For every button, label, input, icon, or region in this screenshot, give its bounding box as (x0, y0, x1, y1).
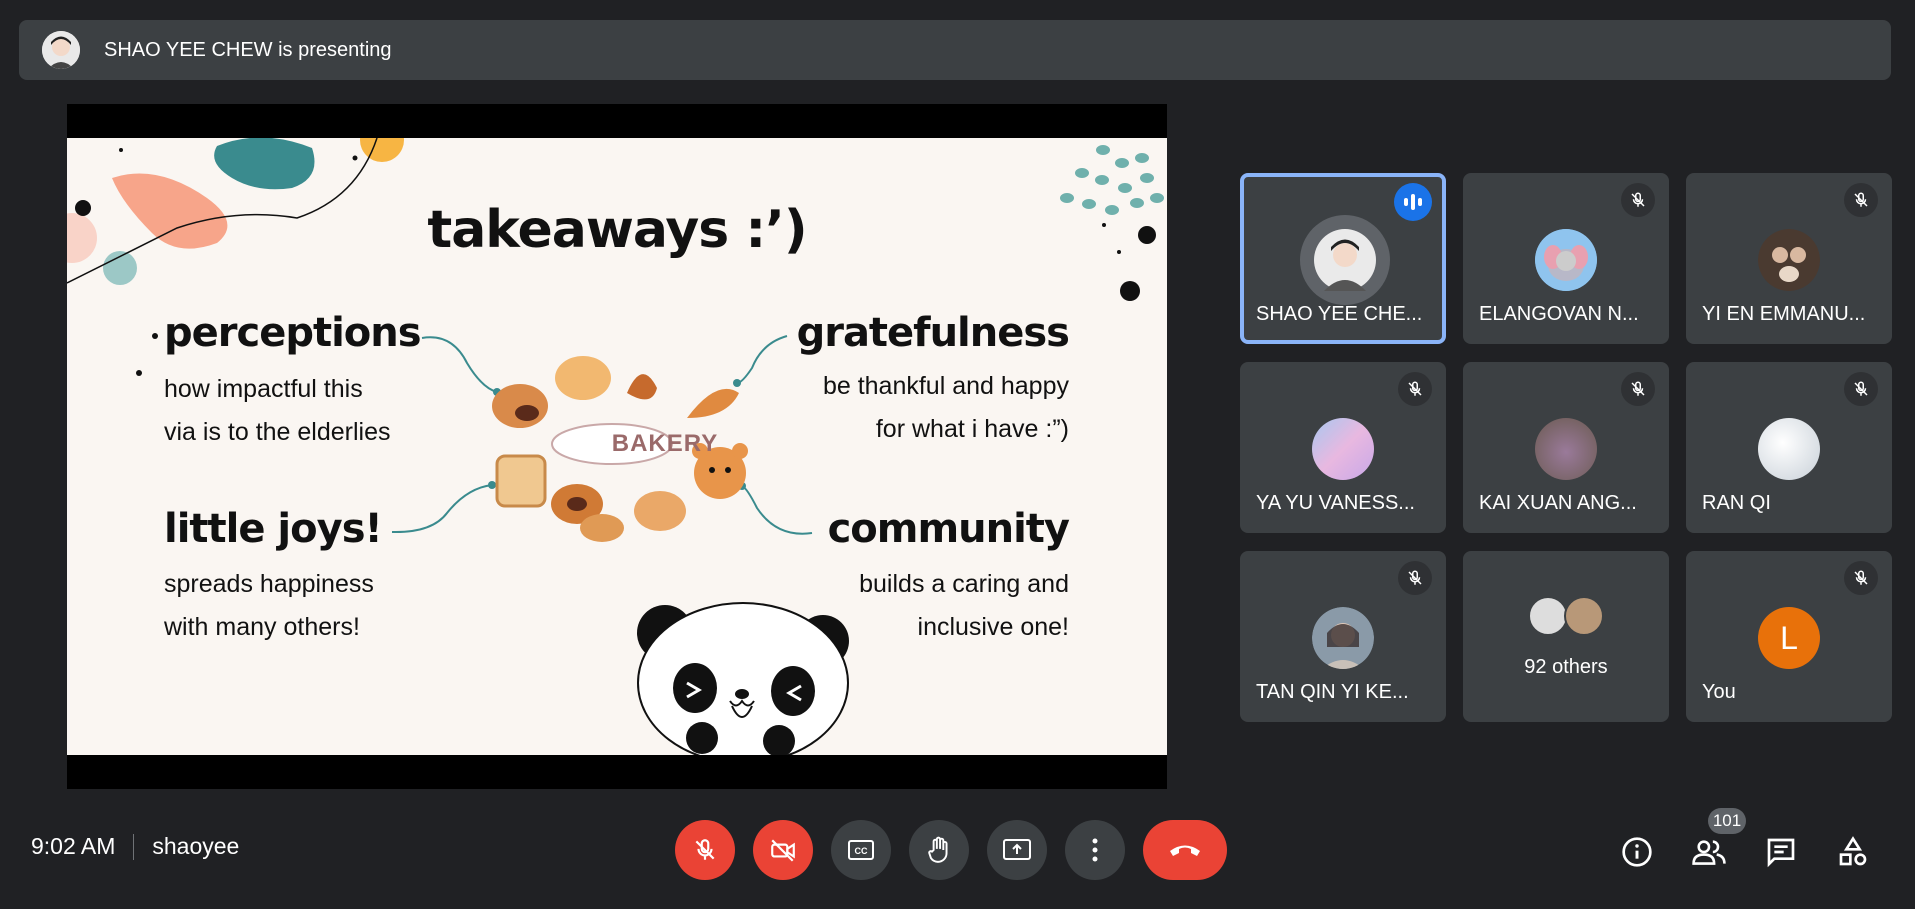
heading-gratefulness: gratefulness (796, 310, 1070, 356)
little-joys-line1: spreads happiness (164, 570, 374, 598)
chat-icon (1767, 838, 1795, 868)
mic-off-icon (1398, 372, 1432, 406)
present-screen-icon (1003, 839, 1031, 860)
mic-off-icon (1844, 372, 1878, 406)
leave-call-button[interactable] (1143, 820, 1227, 880)
captions-button[interactable]: CC (831, 820, 891, 880)
more-vert-icon (1092, 838, 1098, 862)
info-icon (1622, 837, 1652, 867)
speaking-indicator-icon (1394, 183, 1432, 221)
heading-community: community (827, 506, 1070, 552)
mic-off-icon (1398, 561, 1432, 595)
meeting-details: 9:02 AM shaoyee (31, 833, 239, 860)
participant-name: ELANGOVAN N... (1479, 303, 1639, 325)
avatar (1312, 607, 1374, 669)
bakery-label: BAKERY (611, 430, 719, 457)
more-options-button[interactable] (1065, 820, 1125, 880)
activities-button[interactable] (1833, 832, 1873, 872)
avatar (1528, 596, 1568, 636)
avatar (1312, 418, 1374, 480)
others-count: 92 others (1524, 656, 1608, 678)
avatar (1758, 418, 1820, 480)
participant-name: SHAO YEE CHE... (1256, 303, 1423, 325)
shared-screen: takeaways :’) BAKERY perceptions how imp… (67, 104, 1167, 789)
camera-off-icon (771, 839, 795, 862)
gratefulness-line2: for what i have :”) (875, 415, 1069, 443)
present-button[interactable] (987, 820, 1047, 880)
presenter-avatar (42, 31, 80, 69)
participant-tile[interactable]: RAN QI (1686, 362, 1892, 533)
heading-perceptions: perceptions (164, 310, 422, 356)
mic-toggle-button[interactable] (675, 820, 735, 880)
avatar (1564, 596, 1604, 636)
participant-tile[interactable]: YI EN EMMANU... (1686, 173, 1892, 344)
participant-name: You (1702, 681, 1736, 703)
community-line1: builds a caring and (859, 570, 1069, 598)
presenting-text: SHAO YEE CHEW is presenting (104, 38, 392, 61)
participant-tile[interactable]: TAN QIN YI KE... (1240, 551, 1446, 722)
mic-off-icon (1621, 372, 1655, 406)
participant-name: YI EN EMMANU... (1702, 303, 1866, 325)
divider (133, 833, 135, 860)
participant-name: KAI XUAN ANG... (1479, 492, 1637, 514)
avatar (1535, 229, 1597, 291)
svg-text:CC: CC (855, 846, 868, 856)
participant-tile[interactable]: ELANGOVAN N... (1463, 173, 1669, 344)
mic-off-icon (1621, 183, 1655, 217)
participant-tile[interactable]: KAI XUAN ANG... (1463, 362, 1669, 533)
people-icon (1692, 840, 1726, 865)
people-count-badge: 101 (1708, 808, 1746, 834)
people-button[interactable] (1689, 832, 1729, 872)
participant-name: TAN QIN YI KE... (1256, 681, 1409, 703)
perceptions-line1: how impactful this (164, 375, 363, 403)
little-joys-text: spreads happiness with many others! (164, 563, 374, 649)
hang-up-icon (1170, 845, 1200, 856)
little-joys-line2: with many others! (164, 613, 360, 641)
self-tile[interactable]: L You (1686, 551, 1892, 722)
presentation-slide: takeaways :’) BAKERY perceptions how imp… (67, 138, 1167, 755)
mic-off-icon (1844, 561, 1878, 595)
gratefulness-line1: be thankful and happy (822, 372, 1069, 400)
activities-icon (1839, 836, 1867, 866)
participant-name: YA YU VANESS... (1256, 492, 1415, 514)
slide-title: takeaways :’) (427, 200, 807, 260)
raise-hand-button[interactable] (909, 820, 969, 880)
captions-icon: CC (848, 840, 874, 860)
community-line2: inclusive one! (917, 613, 1069, 641)
heading-little-joys: little joys! (164, 506, 383, 552)
avatar (1758, 229, 1820, 291)
mic-off-icon (1844, 183, 1878, 217)
mic-off-icon (695, 839, 715, 860)
participant-tile[interactable]: YA YU VANESS... (1240, 362, 1446, 533)
chat-button[interactable] (1761, 832, 1801, 872)
camera-toggle-button[interactable] (753, 820, 813, 880)
avatar: L (1758, 607, 1820, 669)
perceptions-text: how impactful this via is to the elderli… (164, 368, 391, 454)
meeting-code: shaoyee (152, 833, 240, 859)
hand-icon (928, 836, 948, 863)
participant-name: RAN QI (1702, 492, 1771, 514)
meeting-info-button[interactable] (1617, 832, 1657, 872)
gratefulness-text: be thankful and happy for what i have :”… (823, 365, 1069, 451)
others-tile[interactable]: 92 others (1463, 551, 1669, 722)
community-text: builds a caring and inclusive one! (859, 563, 1069, 649)
perceptions-line2: via is to the elderlies (164, 418, 391, 446)
presenting-banner: SHAO YEE CHEW is presenting (19, 20, 1891, 80)
clock: 9:02 AM (31, 833, 116, 859)
avatar (1300, 215, 1390, 305)
participant-tile-speaker[interactable]: SHAO YEE CHE... (1240, 173, 1446, 344)
avatar (1535, 418, 1597, 480)
